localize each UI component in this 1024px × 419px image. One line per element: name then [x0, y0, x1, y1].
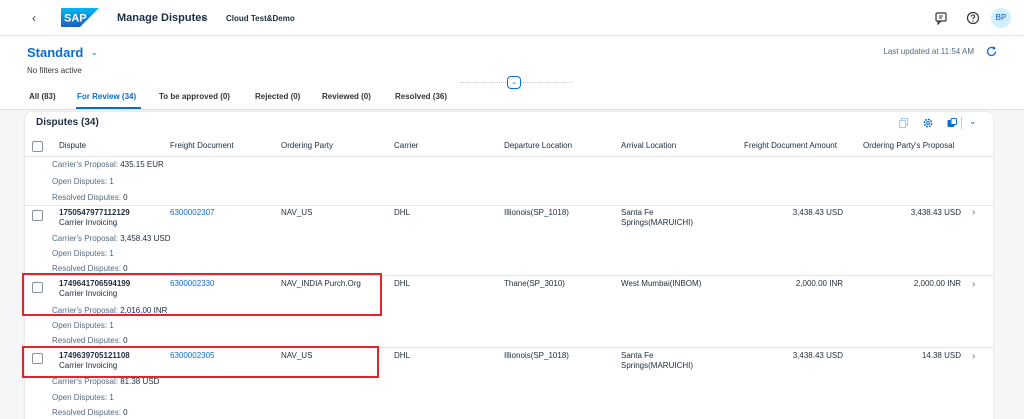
tab-resolved[interactable]: Resolved (36) — [395, 92, 447, 101]
back-icon[interactable]: ‹ — [32, 11, 36, 25]
app-title[interactable]: Manage Disputes — [117, 12, 207, 24]
open-disputes: Open Disputes: 1 — [52, 249, 114, 258]
open-disputes: Open Disputes: 1 — [52, 321, 114, 330]
ordering-party: NAV_US — [281, 208, 313, 217]
svg-text:SAP: SAP — [64, 13, 87, 25]
tab-rejected[interactable]: Rejected (0) — [255, 92, 300, 101]
carrier: DHL — [394, 351, 411, 360]
page-header: Standard ⌄ No filters active Last update… — [0, 36, 1024, 110]
tab-reviewed[interactable]: Reviewed (0) — [322, 92, 371, 101]
dispute-type: Carrier Invoicing — [59, 218, 118, 227]
resolved-disputes: Resolved Disputes: 0 — [52, 336, 128, 345]
open-disputes-link[interactable]: 1 — [109, 249, 113, 258]
help-icon[interactable] — [966, 11, 980, 25]
column-header-departure[interactable]: Departure Location — [504, 141, 572, 150]
column-header-ordering-party[interactable]: Ordering Party — [281, 141, 333, 150]
sap-logo[interactable]: SAP — [61, 8, 99, 27]
ordering-party-proposal: 2,000.00 INR — [913, 279, 961, 288]
chevron-down-icon[interactable]: ⌄ — [969, 116, 977, 127]
selected-tab-indicator — [76, 107, 141, 109]
departure-location: Illionois(SP_1018) — [504, 351, 569, 360]
last-updated: Last updated at 11:54 AM — [883, 47, 974, 56]
freight-document-amount: 2,000.00 INR — [795, 279, 843, 288]
open-disputes-link[interactable]: 1 — [109, 393, 113, 402]
open-disputes: Open Disputes: 1 — [52, 177, 114, 186]
copy-icon[interactable] — [898, 117, 910, 129]
settings-icon[interactable] — [922, 117, 934, 129]
open-disputes-link[interactable]: 1 — [109, 321, 113, 330]
navigation-arrow-icon[interactable]: › — [972, 279, 975, 290]
carrier: DHL — [394, 279, 411, 288]
open-disputes-link[interactable]: 1 — [109, 177, 113, 186]
table-title: Disputes (34) — [36, 117, 99, 128]
freight-document-link[interactable]: 6300002307 — [170, 208, 215, 218]
tab-to-be-approved[interactable]: To be approved (0) — [159, 92, 230, 101]
carrier-proposal: Carrier's Proposal: 435.15 EUR — [52, 160, 164, 169]
column-header-dispute[interactable]: Dispute — [59, 141, 86, 150]
carrier-proposal: Carrier's Proposal: 81.38 USD — [52, 377, 160, 386]
avatar[interactable]: BP — [991, 8, 1011, 28]
arrival-location-line2: Springs(MARUICHI) — [621, 361, 694, 370]
column-header-arrival[interactable]: Arrival Location — [621, 141, 676, 150]
chevron-down-icon[interactable]: ⌄ — [200, 13, 207, 22]
filter-status: No filters active — [27, 66, 82, 75]
header-divider — [25, 156, 993, 157]
feedback-icon[interactable] — [934, 11, 948, 25]
collapse-header-button[interactable]: ⌄ — [507, 76, 521, 89]
ordering-party-proposal: 3,438.43 USD — [910, 208, 961, 217]
system-label: Cloud Test&Demo — [226, 14, 295, 23]
arrival-location: Santa Fe — [621, 351, 654, 360]
open-disputes: Open Disputes: 1 — [52, 393, 114, 402]
carrier-proposal: Carrier's Proposal: 3,458.43 USD — [52, 234, 171, 243]
arrival-location: Santa Fe — [621, 208, 654, 217]
resolved-disputes: Resolved Disputes: 0 — [52, 408, 128, 417]
row-checkbox[interactable] — [32, 210, 43, 221]
annotation-highlight-box — [22, 273, 382, 316]
carrier: DHL — [394, 208, 411, 217]
select-all-checkbox[interactable] — [32, 141, 43, 152]
shell-bar: ‹ SAP Manage Disputes ⌄ Cloud Test&Demo … — [0, 0, 1024, 36]
arrival-location: West Mumbai(INBOM) — [621, 279, 702, 288]
tab-for-review[interactable]: For Review (34) — [77, 92, 136, 101]
export-icon[interactable] — [946, 117, 958, 129]
refresh-icon[interactable] — [985, 45, 998, 58]
column-header-proposal[interactable]: Ordering Party's Proposal — [863, 141, 954, 150]
dispute-id: 1750547977112129 — [59, 208, 130, 217]
chevron-down-icon[interactable]: ⌄ — [91, 48, 98, 57]
departure-location: Illionois(SP_1018) — [504, 208, 569, 217]
navigation-arrow-icon[interactable]: › — [972, 207, 975, 218]
arrival-location-line2: Springs(MARUICHI) — [621, 218, 694, 227]
freight-document-amount: 3,438.43 USD — [792, 208, 843, 217]
variant-title[interactable]: Standard — [27, 45, 83, 60]
annotation-highlight-box — [22, 346, 379, 378]
column-header-freight-document[interactable]: Freight Document — [170, 141, 234, 150]
column-header-carrier[interactable]: Carrier — [394, 141, 418, 150]
resolved-disputes: Resolved Disputes: 0 — [52, 264, 128, 273]
departure-location: Thane(SP_3010) — [504, 279, 565, 288]
toolbar-separator — [961, 117, 962, 129]
navigation-arrow-icon[interactable]: › — [972, 351, 975, 362]
ordering-party-proposal: 14.38 USD — [921, 351, 961, 360]
freight-document-amount: 3,438.43 USD — [792, 351, 843, 360]
tab-all[interactable]: All (83) — [29, 92, 56, 101]
column-header-amount[interactable]: Freight Document Amount — [744, 141, 837, 150]
resolved-disputes: Resolved Disputes: 0 — [52, 193, 128, 202]
row-divider — [25, 205, 993, 206]
